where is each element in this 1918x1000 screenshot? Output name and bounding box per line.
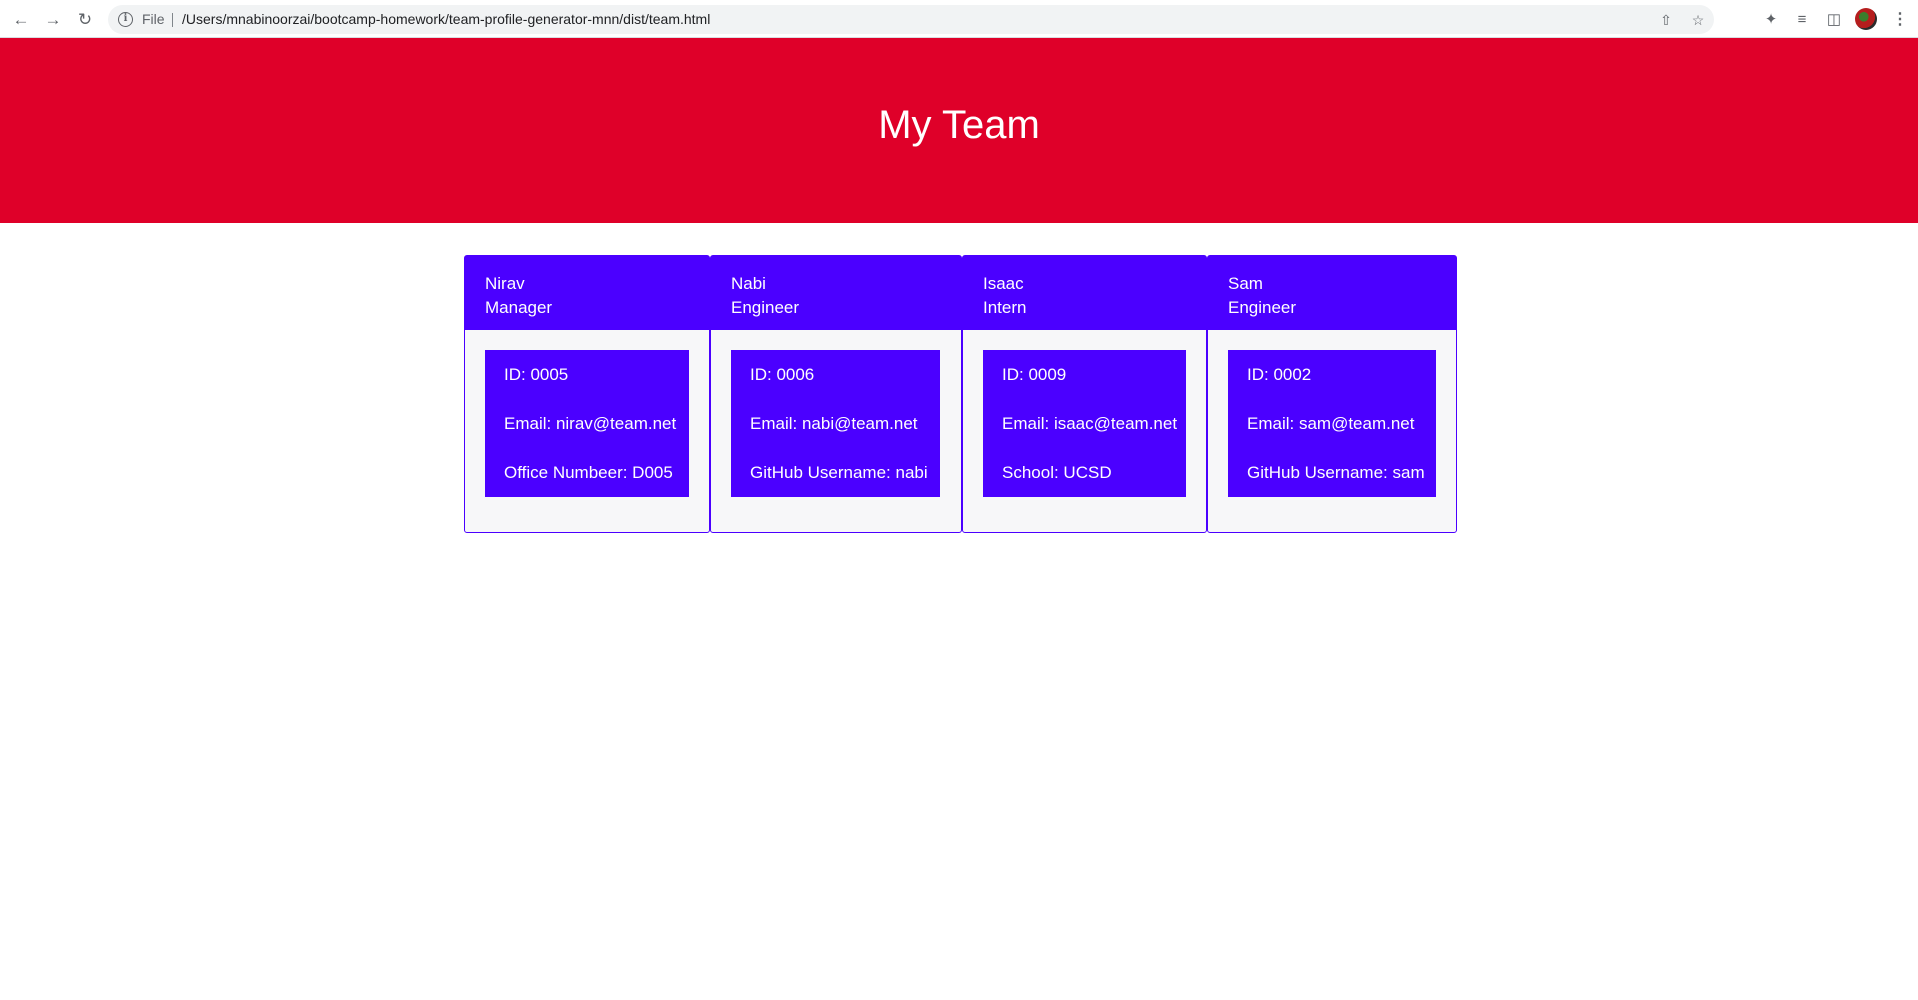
card-header: Isaac Intern bbox=[963, 256, 1206, 330]
info-icon[interactable]: i bbox=[118, 12, 133, 27]
avatar[interactable] bbox=[1855, 8, 1877, 30]
employee-id: ID: 0009 bbox=[1002, 365, 1067, 384]
side-panel-icon[interactable]: ◫ bbox=[1823, 8, 1845, 30]
address-bar[interactable]: i File /Users/mnabinoorzai/bootcamp-home… bbox=[108, 5, 1714, 34]
reading-list-icon[interactable]: ≡ bbox=[1791, 8, 1813, 30]
employee-role: Engineer bbox=[731, 298, 800, 317]
employee-id: ID: 0002 bbox=[1247, 365, 1312, 384]
employee-card-intern: Isaac Intern ID: 0009 Email: isaac@team.… bbox=[962, 255, 1207, 533]
employee-email[interactable]: Email: isaac@team.net bbox=[1002, 399, 1177, 448]
card-details: ID: 0005 Email: nirav@team.net Office Nu… bbox=[485, 350, 689, 497]
back-arrow-icon[interactable]: ← bbox=[10, 8, 32, 30]
employee-office-number: Office Numbeer: D005 bbox=[504, 463, 673, 482]
menu-icon[interactable]: ⋮ bbox=[1892, 8, 1908, 30]
employee-name: Isaac bbox=[983, 274, 1024, 293]
employee-github[interactable]: GitHub Username: nabi bbox=[750, 448, 928, 497]
scheme-label: File bbox=[142, 11, 165, 27]
omnibox-divider bbox=[172, 13, 173, 27]
employee-email[interactable]: Email: sam@team.net bbox=[1247, 399, 1417, 448]
employee-card-manager: Nirav Manager ID: 0005 Email: nirav@team… bbox=[464, 255, 710, 533]
team-header-banner: My Team bbox=[0, 38, 1918, 223]
employee-school: School: UCSD bbox=[1002, 463, 1112, 482]
card-header: Sam Engineer bbox=[1208, 256, 1456, 330]
employee-name: Sam bbox=[1228, 274, 1263, 293]
team-cards-row: Nirav Manager ID: 0005 Email: nirav@team… bbox=[0, 255, 1918, 535]
employee-name: Nabi bbox=[731, 274, 766, 293]
card-details: ID: 0002 Email: sam@team.net GitHub User… bbox=[1228, 350, 1436, 497]
card-details: ID: 0009 Email: isaac@team.net School: U… bbox=[983, 350, 1186, 497]
share-icon[interactable]: ⇧ bbox=[1656, 10, 1676, 30]
url-text[interactable]: /Users/mnabinoorzai/bootcamp-homework/te… bbox=[182, 11, 710, 27]
employee-github[interactable]: GitHub Username: sam bbox=[1247, 448, 1425, 497]
forward-arrow-icon[interactable]: → bbox=[42, 8, 64, 30]
card-header: Nirav Manager bbox=[465, 256, 709, 330]
employee-id: ID: 0006 bbox=[750, 365, 815, 384]
employee-card-engineer: Nabi Engineer ID: 0006 Email: nabi@team.… bbox=[710, 255, 962, 533]
card-header: Nabi Engineer bbox=[711, 256, 961, 330]
reload-icon[interactable]: ↻ bbox=[74, 8, 96, 30]
employee-card-engineer: Sam Engineer ID: 0002 Email: sam@team.ne… bbox=[1207, 255, 1457, 533]
star-icon[interactable]: ☆ bbox=[1688, 10, 1708, 30]
employee-role: Engineer bbox=[1228, 298, 1297, 317]
card-details: ID: 0006 Email: nabi@team.net GitHub Use… bbox=[731, 350, 940, 497]
employee-email[interactable]: Email: nirav@team.net bbox=[504, 399, 676, 448]
employee-id: ID: 0005 bbox=[504, 365, 569, 384]
puzzle-icon[interactable]: ✦ bbox=[1760, 8, 1782, 30]
employee-email[interactable]: Email: nabi@team.net bbox=[750, 399, 921, 448]
employee-name: Nirav bbox=[485, 274, 525, 293]
browser-toolbar: ← → ↻ i File /Users/mnabinoorzai/bootcam… bbox=[0, 0, 1918, 38]
employee-role: Manager bbox=[485, 298, 553, 317]
page-title: My Team bbox=[878, 103, 1040, 147]
employee-role: Intern bbox=[983, 298, 1027, 317]
